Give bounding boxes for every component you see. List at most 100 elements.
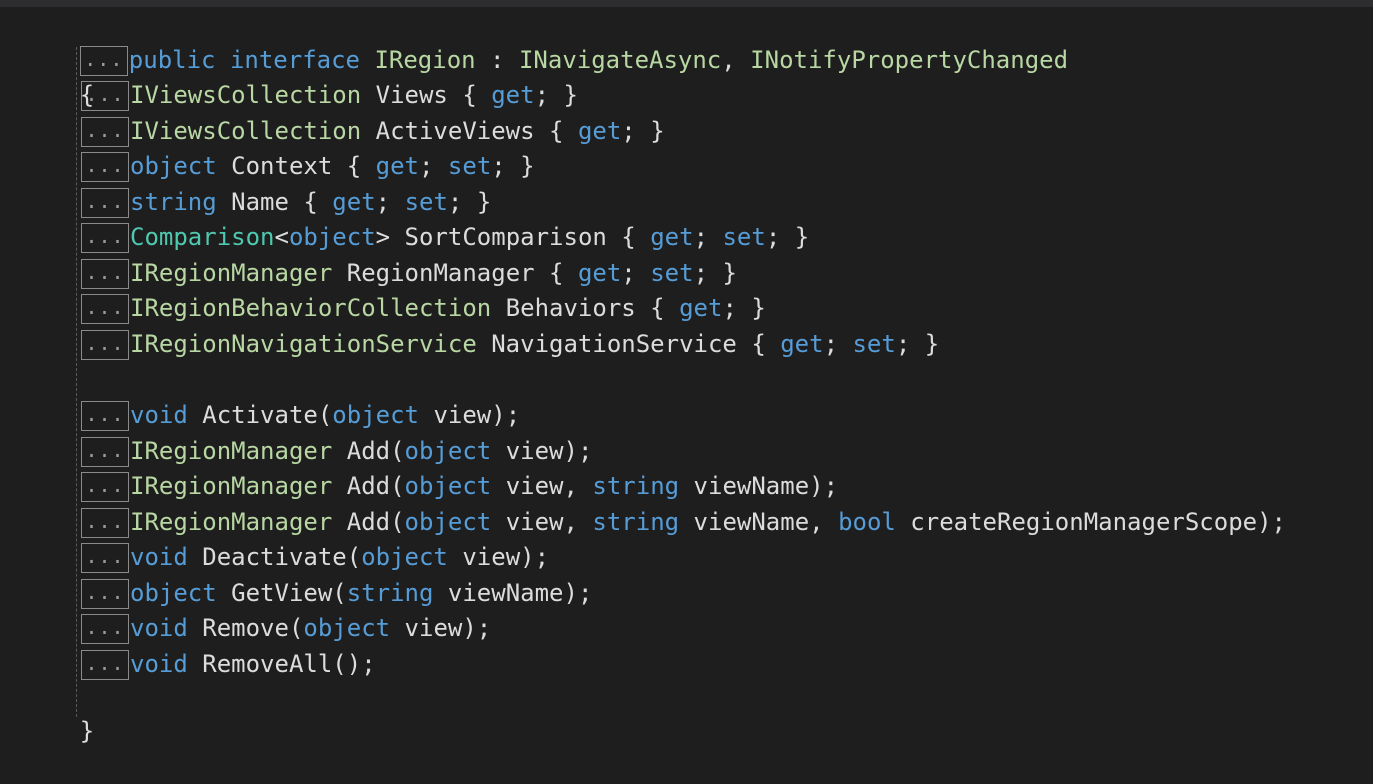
code-token: object — [404, 507, 492, 536]
fold-marker[interactable]: ... — [81, 223, 129, 253]
code-token: get — [780, 329, 824, 358]
code-token: IViewsCollection — [130, 116, 362, 145]
code-token: Add( — [332, 507, 405, 536]
method-line[interactable]: ... void Activate(object view); — [81, 398, 520, 433]
fold-marker[interactable]: ... — [81, 436, 129, 467]
code-token: set — [404, 187, 448, 216]
fold-marker[interactable]: ... — [81, 614, 129, 644]
fold-marker[interactable]: ... — [81, 116, 129, 147]
code-token: IRegionManager — [130, 507, 333, 536]
fold-marker[interactable]: ... — [81, 152, 129, 182]
code-token: string — [592, 472, 680, 500]
code-token: IRegionManager — [130, 258, 333, 287]
method-line[interactable]: ... object GetView(string viewName); — [81, 576, 592, 611]
property-line[interactable]: ... IViewsCollection Views { get; } — [81, 78, 578, 113]
fold-marker[interactable]: ... — [81, 472, 129, 502]
code-token: view, — [491, 507, 593, 536]
indent-guide — [76, 47, 77, 717]
method-line[interactable]: ... IRegionManager Add(object view, strin… — [81, 505, 1286, 540]
code-token: view); — [447, 543, 550, 571]
property-line[interactable]: ... IViewsCollection ActiveViews { get; } — [81, 114, 665, 149]
code-token: view); — [390, 614, 492, 642]
code-editor[interactable]: ... public interface IRegion : INavigateA… — [0, 7, 1373, 745]
keyword-interface: interface — [229, 46, 360, 74]
fold-marker[interactable]: ... — [81, 507, 129, 538]
code-token: view); — [491, 436, 593, 465]
code-token: ; } — [491, 152, 535, 180]
code-token: ; } — [534, 81, 578, 109]
code-token: void — [130, 649, 188, 678]
code-token: ; } — [895, 329, 940, 358]
code-token: NavigationService { — [476, 329, 781, 358]
method-line[interactable]: ... void Remove(object view); — [81, 611, 491, 646]
code-token: string — [592, 507, 680, 536]
interface-name: IRegion — [374, 46, 476, 74]
code-token: set — [650, 258, 694, 287]
close-brace-line: } — [22, 679, 94, 745]
base-interface-1: INavigateAsync — [518, 46, 722, 74]
code-token: set — [447, 152, 492, 180]
fold-marker[interactable]: ... — [81, 81, 129, 111]
fold-marker[interactable]: ... — [81, 543, 129, 573]
code-token: IRegionNavigationService — [130, 329, 477, 358]
code-token: ; — [621, 258, 651, 287]
code-token: get — [650, 223, 694, 251]
code-token: get — [577, 258, 622, 287]
property-line[interactable]: ... string Name { get; set; } — [81, 185, 491, 220]
code-token: object — [303, 614, 391, 642]
code-token: Remove( — [187, 614, 304, 642]
comma: , — [721, 46, 751, 74]
code-token: IRegionBehaviorCollection — [130, 294, 492, 322]
code-token: viewName); — [679, 472, 839, 500]
method-line[interactable]: ... IRegionManager Add(object view, strin… — [81, 469, 838, 504]
fold-marker[interactable]: ... — [81, 258, 129, 289]
fold-marker[interactable]: ... — [81, 187, 129, 218]
code-token: Context { — [216, 152, 376, 180]
code-token: Add( — [332, 472, 405, 500]
fold-marker[interactable]: ... — [81, 329, 129, 360]
code-token: ; — [823, 329, 853, 358]
code-token: object — [404, 436, 492, 465]
code-token: ; — [419, 152, 448, 180]
code-token: createRegionManagerScope); — [895, 507, 1286, 536]
code-token: Deactivate( — [187, 543, 362, 571]
code-token: ; } — [765, 223, 810, 251]
editor-top-bar — [0, 0, 1373, 7]
fold-marker[interactable]: ... — [81, 578, 129, 609]
base-interface-2: INotifyPropertyChanged — [750, 46, 1069, 74]
code-token: viewName, — [679, 507, 839, 536]
open-brace-line: { — [22, 43, 94, 109]
method-line[interactable]: ... void Deactivate(object view); — [81, 540, 549, 575]
code-token: Views { — [361, 81, 492, 109]
property-line[interactable]: ... IRegionManager RegionManager { get; s… — [81, 256, 737, 291]
code-token: set — [722, 223, 766, 251]
interface-declaration-line[interactable]: ... public interface IRegion : INavigateA… — [22, 8, 1068, 76]
code-token: bool — [838, 507, 896, 536]
code-token: RegionManager { — [332, 258, 578, 287]
code-token: object — [130, 152, 217, 180]
property-line[interactable]: ... Comparison<object> SortComparison { g… — [81, 220, 809, 255]
keyword-public: public — [128, 46, 216, 74]
property-line[interactable]: ... IRegionBehaviorCollection Behaviors {… — [81, 291, 766, 326]
property-line[interactable]: ... IRegionNavigationService NavigationSe… — [81, 327, 939, 362]
code-token: object — [288, 223, 376, 251]
fold-marker[interactable]: ... — [81, 649, 129, 680]
code-token: object — [332, 401, 419, 429]
code-token: Name { — [216, 187, 333, 216]
property-line[interactable]: ... object Context { get; set; } — [81, 149, 535, 184]
method-line[interactable]: ... IRegionManager Add(object view); — [81, 434, 592, 469]
method-line[interactable]: ... void RemoveAll(); — [81, 647, 376, 682]
code-token: IRegionManager — [130, 436, 333, 465]
code-token: void — [130, 614, 188, 642]
code-token: ; } — [621, 116, 665, 145]
code-token: get — [679, 294, 723, 322]
colon: : — [475, 46, 519, 74]
fold-marker[interactable]: ... — [81, 294, 129, 324]
code-token: get — [577, 116, 622, 145]
fold-marker[interactable]: ... — [81, 401, 129, 431]
code-token: string — [130, 187, 217, 216]
code-token: Activate( — [187, 401, 333, 429]
code-token: IRegionManager — [130, 472, 333, 500]
code-token: object — [361, 543, 448, 571]
code-token: ; — [375, 187, 405, 216]
